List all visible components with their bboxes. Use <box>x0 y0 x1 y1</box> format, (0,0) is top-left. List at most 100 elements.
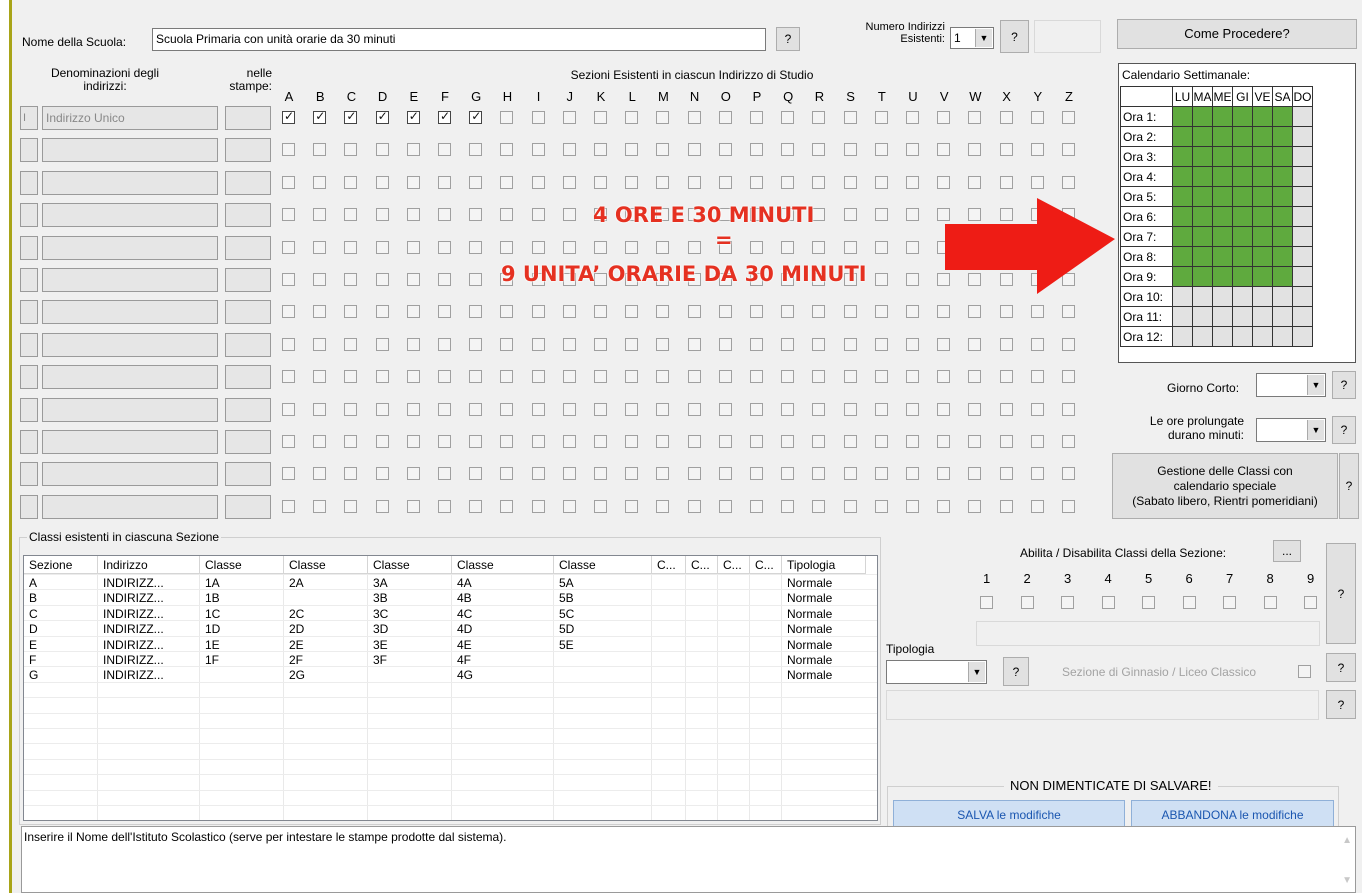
section-checkbox-d[interactable] <box>375 435 389 448</box>
calendar-slot[interactable] <box>1252 206 1273 227</box>
section-checkbox-z[interactable] <box>1062 111 1075 124</box>
column-header[interactable]: Classe <box>452 556 554 574</box>
classe-enable-checkbox[interactable] <box>1263 596 1277 609</box>
section-checkbox-s[interactable] <box>843 143 857 157</box>
table-cell[interactable]: 4D <box>452 622 554 637</box>
section-checkbox-y[interactable] <box>1030 370 1044 384</box>
section-checkbox-s[interactable] <box>843 208 857 222</box>
indirizzo-stampe-field[interactable] <box>225 430 271 454</box>
section-checkbox-k[interactable] <box>594 143 607 157</box>
section-checkbox-f[interactable] <box>438 337 451 351</box>
section-checkbox-k[interactable] <box>594 175 607 189</box>
section-checkbox-m[interactable] <box>656 337 670 351</box>
section-checkbox-h[interactable] <box>500 175 514 189</box>
calendar-slot[interactable] <box>1272 306 1293 327</box>
calendar-slot[interactable] <box>1232 186 1253 207</box>
section-checkbox-m[interactable] <box>656 111 670 124</box>
table-cell[interactable]: 1E <box>200 638 284 653</box>
section-checkbox-l[interactable] <box>625 435 639 448</box>
section-checkbox-m[interactable] <box>656 435 670 448</box>
giorno-corto-select[interactable]: ▼ <box>1256 373 1326 397</box>
section-checkbox-u[interactable] <box>906 143 919 157</box>
section-checkbox-h[interactable] <box>500 435 514 448</box>
section-checkbox-g[interactable] <box>469 240 483 254</box>
section-checkbox-u[interactable] <box>906 273 919 286</box>
calendar-slot[interactable] <box>1192 106 1213 127</box>
section-checkbox-y[interactable] <box>1030 337 1044 351</box>
section-checkbox-b[interactable] <box>313 273 327 286</box>
section-checkbox-w[interactable] <box>968 499 982 513</box>
section-checkbox-c[interactable] <box>344 467 358 481</box>
table-cell[interactable]: D <box>24 622 98 637</box>
section-checkbox-j[interactable] <box>562 240 576 254</box>
section-checkbox-y[interactable] <box>1030 499 1044 513</box>
indirizzo-name-field[interactable] <box>42 397 218 422</box>
section-checkbox-d[interactable] <box>375 305 389 319</box>
table-cell[interactable]: INDIRIZZ... <box>98 591 200 606</box>
calendar-slot[interactable] <box>1252 186 1273 207</box>
table-cell[interactable]: Normale <box>782 653 866 668</box>
calendar-slot[interactable] <box>1172 246 1193 267</box>
section-checkbox-w[interactable] <box>968 143 982 157</box>
section-checkbox-h[interactable] <box>500 143 514 157</box>
abilita-help-button[interactable]: ? <box>1326 543 1356 644</box>
calendar-slot[interactable] <box>1272 186 1293 207</box>
field-2-help-button[interactable]: ? <box>1326 690 1356 719</box>
section-checkbox-n[interactable] <box>687 175 701 189</box>
table-cell[interactable]: F <box>24 653 98 668</box>
section-checkbox-i[interactable] <box>531 370 545 384</box>
calendar-slot[interactable] <box>1232 166 1253 187</box>
section-checkbox-q[interactable] <box>781 499 795 513</box>
section-checkbox-t[interactable] <box>874 240 888 254</box>
section-checkbox-i[interactable] <box>531 175 545 189</box>
calendar-slot[interactable] <box>1192 286 1213 307</box>
section-checkbox-u[interactable] <box>906 435 919 448</box>
indirizzo-code-field[interactable] <box>20 365 38 390</box>
calendar-slot[interactable] <box>1232 126 1253 147</box>
calendar-slot[interactable] <box>1232 246 1253 267</box>
section-checkbox-b[interactable] <box>313 109 327 124</box>
section-checkbox-j[interactable] <box>562 402 576 416</box>
indirizzo-code-field[interactable] <box>20 235 38 260</box>
section-checkbox-a[interactable] <box>282 402 295 416</box>
indirizzo-name-field[interactable] <box>42 138 218 163</box>
section-checkbox-v[interactable] <box>937 370 951 384</box>
indirizzo-name-field[interactable] <box>42 268 218 292</box>
gestione-classi-button[interactable]: Gestione delle Classi con calendario spe… <box>1112 453 1338 519</box>
section-checkbox-t[interactable] <box>874 467 888 481</box>
calendar-slot[interactable] <box>1192 246 1213 267</box>
abbandona-button[interactable]: ABBANDONA le modifiche <box>1131 800 1334 829</box>
section-checkbox-q[interactable] <box>781 240 795 254</box>
section-checkbox-h[interactable] <box>500 337 514 351</box>
section-checkbox-u[interactable] <box>906 467 919 481</box>
calendar-slot[interactable] <box>1232 266 1253 287</box>
section-checkbox-i[interactable] <box>531 240 545 254</box>
calendar-slot[interactable] <box>1292 166 1313 187</box>
section-checkbox-o[interactable] <box>718 435 732 448</box>
indirizzo-code-field[interactable] <box>20 268 38 292</box>
section-checkbox-f[interactable] <box>438 402 451 416</box>
section-checkbox-v[interactable] <box>937 499 951 513</box>
section-checkbox-z[interactable] <box>1062 370 1075 384</box>
section-checkbox-f[interactable] <box>438 143 451 157</box>
indirizzo-code-field[interactable] <box>20 138 38 163</box>
calendar-slot[interactable] <box>1212 206 1233 227</box>
section-checkbox-c[interactable] <box>344 273 358 286</box>
indirizzo-stampe-field[interactable] <box>225 106 271 130</box>
section-checkbox-b[interactable] <box>313 499 327 513</box>
classe-enable-checkbox[interactable] <box>1223 596 1236 609</box>
section-checkbox-v[interactable] <box>937 435 951 448</box>
calendar-slot[interactable] <box>1272 106 1293 127</box>
section-checkbox-z[interactable] <box>1062 402 1075 416</box>
section-checkbox-b[interactable] <box>313 240 327 254</box>
section-checkbox-q[interactable] <box>781 467 795 481</box>
calendar-slot[interactable] <box>1292 286 1313 307</box>
section-checkbox-n[interactable] <box>687 370 701 384</box>
section-checkbox-i[interactable] <box>531 111 545 124</box>
table-cell[interactable]: Normale <box>782 607 866 622</box>
calendar-slot[interactable] <box>1172 166 1193 187</box>
section-checkbox-x[interactable] <box>999 143 1013 157</box>
classe-enable-checkbox[interactable] <box>980 596 993 609</box>
section-checkbox-t[interactable] <box>874 402 888 416</box>
section-checkbox-j[interactable] <box>562 143 576 157</box>
